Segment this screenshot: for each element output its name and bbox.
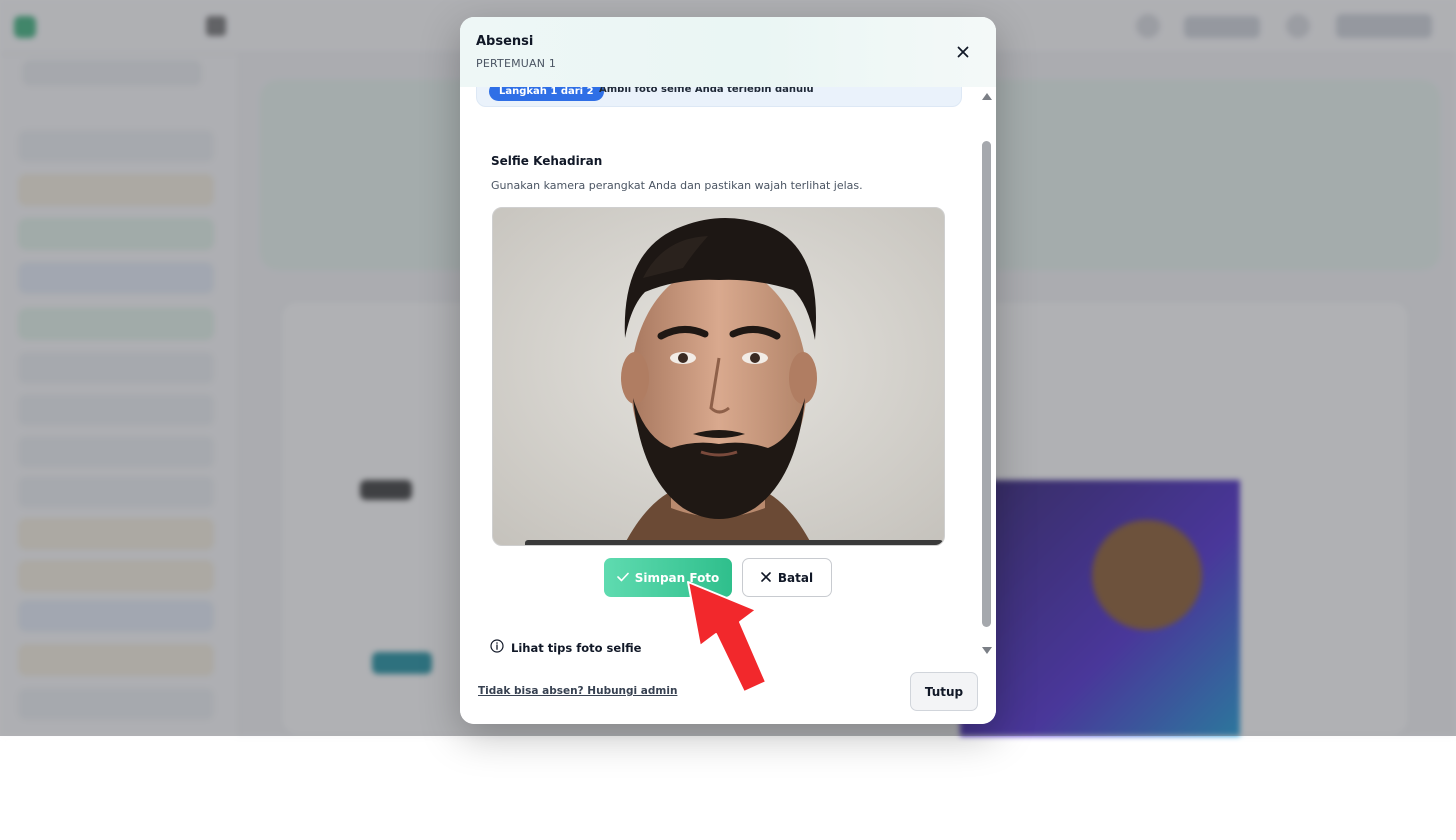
modal-title: Absensi bbox=[476, 34, 534, 49]
photo-bottom-bar bbox=[525, 540, 943, 545]
selfie-section-description: Gunakan kamera perangkat Anda dan pastik… bbox=[491, 179, 863, 192]
modal-body: Langkah 1 dari 2 Ambil foto selfie Anda … bbox=[460, 87, 996, 662]
selfie-tips-label: Lihat tips foto selfie bbox=[511, 640, 642, 655]
step-instruction: Ambil foto selfie Anda terlebih dahulu bbox=[599, 87, 814, 95]
modal-header: Absensi PERTEMUAN 1 bbox=[460, 17, 996, 87]
selfie-photo-image bbox=[493, 208, 944, 545]
scroll-up-arrow-icon[interactable] bbox=[982, 93, 992, 100]
close-modal-button[interactable] bbox=[952, 41, 974, 63]
scroll-down-arrow-icon[interactable] bbox=[982, 647, 992, 654]
selfie-photo bbox=[492, 207, 945, 546]
step-banner: Langkah 1 dari 2 Ambil foto selfie Anda … bbox=[476, 87, 962, 107]
close-button[interactable]: Tutup bbox=[910, 672, 978, 711]
selfie-tips-link[interactable]: Lihat tips foto selfie bbox=[490, 639, 641, 656]
cancel-label: Batal bbox=[777, 570, 814, 585]
modal-subtitle: PERTEMUAN 1 bbox=[476, 57, 557, 70]
selfie-section-title: Selfie Kehadiran bbox=[491, 154, 603, 168]
close-icon bbox=[957, 43, 969, 62]
info-icon bbox=[490, 639, 504, 656]
contact-admin-link[interactable]: Tidak bisa absen? Hubungi admin bbox=[478, 685, 677, 697]
step-badge: Langkah 1 dari 2 bbox=[489, 87, 604, 101]
scrollbar-thumb[interactable] bbox=[982, 141, 991, 627]
annotation-arrow-icon bbox=[687, 581, 767, 693]
modal-scrollbar[interactable] bbox=[980, 89, 994, 659]
check-icon bbox=[616, 571, 629, 585]
